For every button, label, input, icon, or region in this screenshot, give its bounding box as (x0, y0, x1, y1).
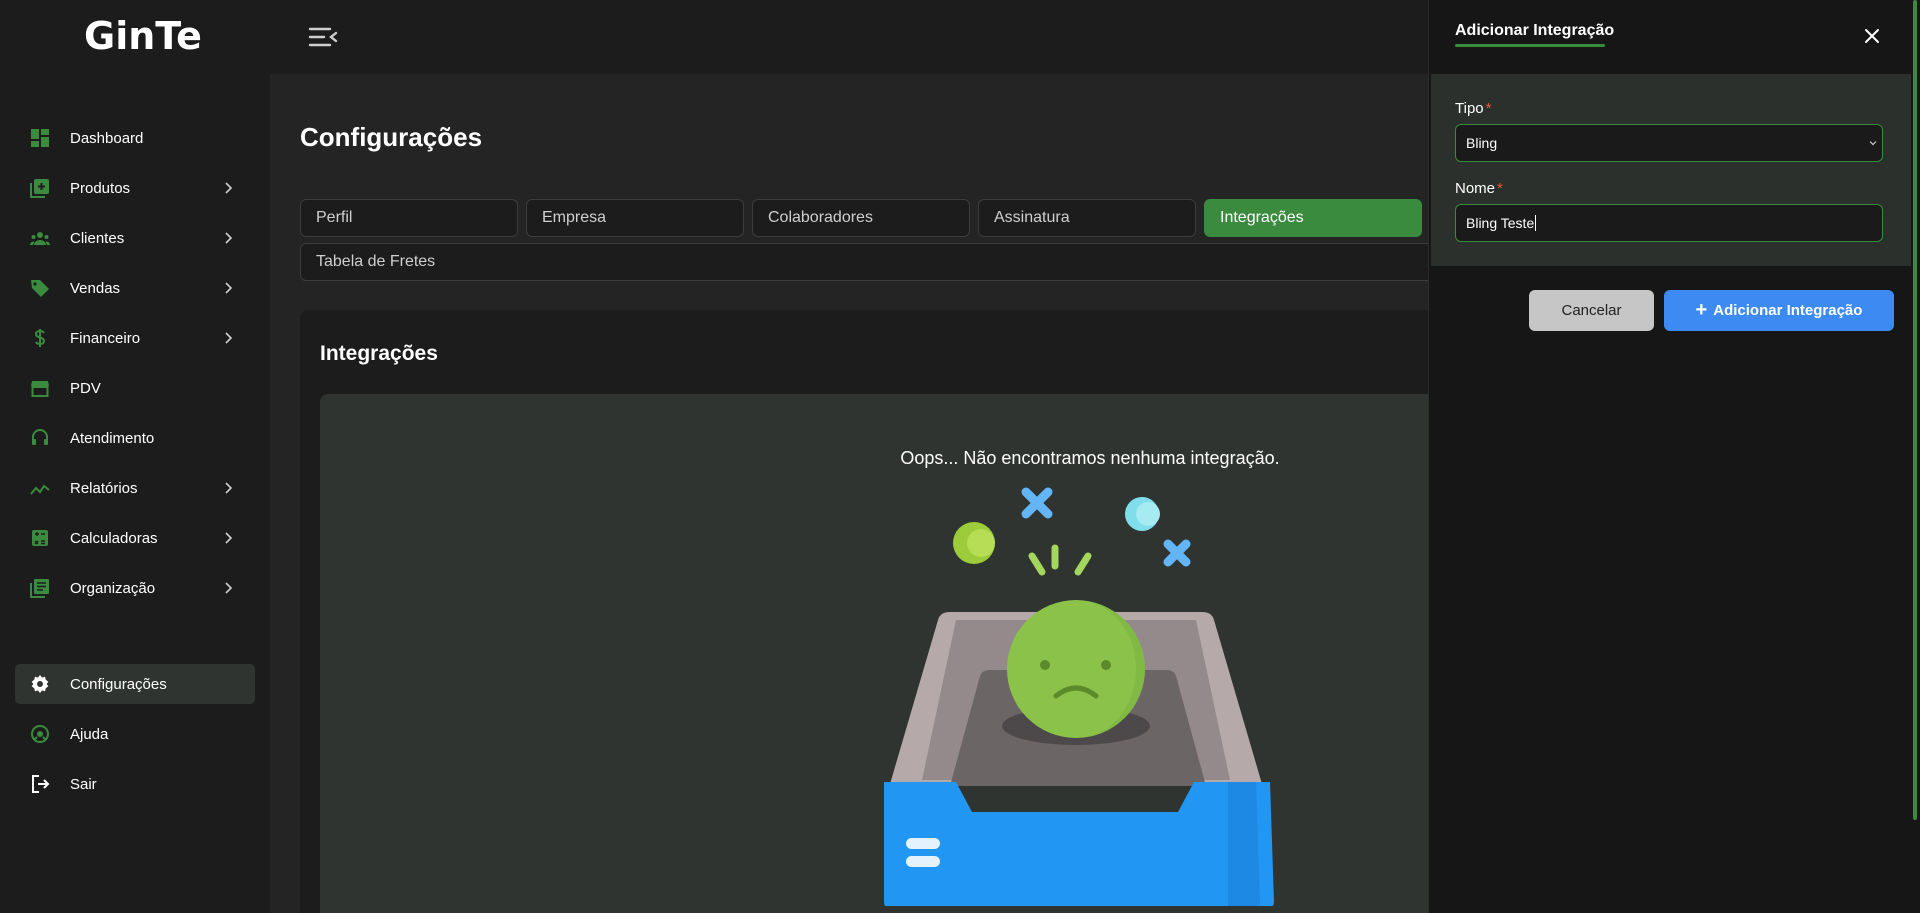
list-icon (29, 577, 51, 599)
sidebar-item-label: Vendas (70, 279, 121, 297)
sidebar-item-label: PDV (70, 379, 101, 397)
nome-input-value: Bling Teste (1466, 215, 1535, 231)
nome-label: Nome * (1455, 180, 1503, 197)
sidebar-item-calculadoras[interactable]: Calculadoras (15, 518, 255, 558)
title-underline (1455, 44, 1605, 47)
sidebar-item-label: Financeiro (70, 329, 141, 347)
menu-collapse-icon[interactable] (308, 24, 338, 50)
sidebar-item-financeiro[interactable]: Financeiro (15, 318, 255, 358)
tipo-label: Tipo * (1455, 100, 1491, 117)
chevron-right-icon (225, 232, 233, 244)
app-logo: GinTe (84, 14, 202, 58)
sidebar-item-label: Organização (70, 579, 156, 597)
chevron-right-icon (225, 282, 233, 294)
chevron-right-icon (225, 532, 233, 544)
sidebar-item-organizacao[interactable]: Organização (15, 568, 255, 608)
gear-icon (29, 673, 51, 695)
tipo-selected-value: Bling (1466, 135, 1498, 151)
chevron-right-icon (225, 482, 233, 494)
help-icon (29, 723, 51, 745)
sidebar-item-label: Dashboard (70, 129, 144, 147)
add-integration-button[interactable]: + Adicionar Integração (1664, 290, 1894, 331)
text-caret (1535, 215, 1537, 231)
chevron-right-icon (225, 582, 233, 594)
add-integration-drawer: Adicionar Integração Tipo * Bling Nome * B… (1428, 0, 1920, 913)
nome-label-text: Nome (1455, 180, 1496, 197)
sidebar-item-configuracoes[interactable]: Configurações (15, 664, 255, 704)
card-title: Integrações (320, 342, 438, 365)
sidebar-item-label: Calculadoras (70, 529, 158, 547)
add-integration-button-label: Adicionar Integração (1713, 302, 1863, 319)
sidebar-item-label: Relatórios (70, 479, 138, 497)
sidebar-item-relatorios[interactable]: Relatórios (15, 468, 255, 508)
sidebar-item-produtos[interactable]: Produtos (15, 168, 255, 208)
empty-inbox-illustration (884, 487, 1274, 906)
tab-perfil[interactable]: Perfil (300, 199, 518, 237)
store-icon (29, 377, 51, 399)
app-root: GinTe Dashboard Produtos Clientes Vendas… (0, 0, 1920, 913)
chevron-right-icon (225, 182, 233, 194)
sidebar-item-sair[interactable]: Sair (15, 764, 255, 804)
people-icon (29, 227, 51, 249)
nome-input[interactable]: Bling Teste (1455, 204, 1883, 242)
sidebar-item-label: Ajuda (70, 725, 109, 743)
tab-integracoes[interactable]: Integrações (1204, 199, 1422, 237)
calculator-icon (29, 527, 51, 549)
close-icon[interactable] (1863, 27, 1881, 45)
tag-icon (29, 277, 51, 299)
chevron-right-icon (225, 332, 233, 344)
sidebar-item-label: Sair (70, 775, 97, 793)
sidebar-item-clientes[interactable]: Clientes (15, 218, 255, 258)
headset-icon (29, 427, 51, 449)
sidebar-item-label: Atendimento (70, 429, 155, 447)
tipo-label-text: Tipo (1455, 100, 1484, 117)
logout-icon (29, 773, 51, 795)
sidebar-item-label: Produtos (70, 179, 131, 197)
dollar-icon (29, 327, 51, 349)
dashboard-icon (29, 127, 51, 149)
sidebar-item-atendimento[interactable]: Atendimento (15, 418, 255, 458)
plus-icon: + (1695, 299, 1708, 321)
sidebar-item-pdv[interactable]: PDV (15, 368, 255, 408)
tab-empresa[interactable]: Empresa (526, 199, 744, 237)
cancel-button-label: Cancelar (1561, 302, 1622, 319)
drawer-scrollbar[interactable] (1913, 0, 1917, 820)
tab-colaboradores[interactable]: Colaboradores (752, 199, 970, 237)
required-mark: * (1485, 100, 1492, 117)
tipo-select[interactable]: Bling (1455, 124, 1883, 162)
required-mark: * (1497, 180, 1503, 197)
sidebar-item-label: Clientes (70, 229, 125, 247)
page-title: Configurações (300, 122, 483, 152)
trend-icon (29, 477, 51, 499)
sidebar-item-label: Configurações (70, 675, 167, 693)
tab-assinatura[interactable]: Assinatura (978, 199, 1196, 237)
sidebar-item-ajuda[interactable]: Ajuda (15, 714, 255, 754)
sidebar: GinTe Dashboard Produtos Clientes Vendas… (0, 0, 270, 913)
cancel-button[interactable]: Cancelar (1529, 290, 1654, 331)
add-box-icon (29, 177, 51, 199)
integration-form: Tipo * Bling Nome * Bling Teste (1431, 74, 1911, 266)
sidebar-item-vendas[interactable]: Vendas (15, 268, 255, 308)
sidebar-item-dashboard[interactable]: Dashboard (15, 118, 255, 158)
drawer-title: Adicionar Integração (1455, 22, 1615, 39)
chevron-down-icon (1869, 141, 1877, 146)
